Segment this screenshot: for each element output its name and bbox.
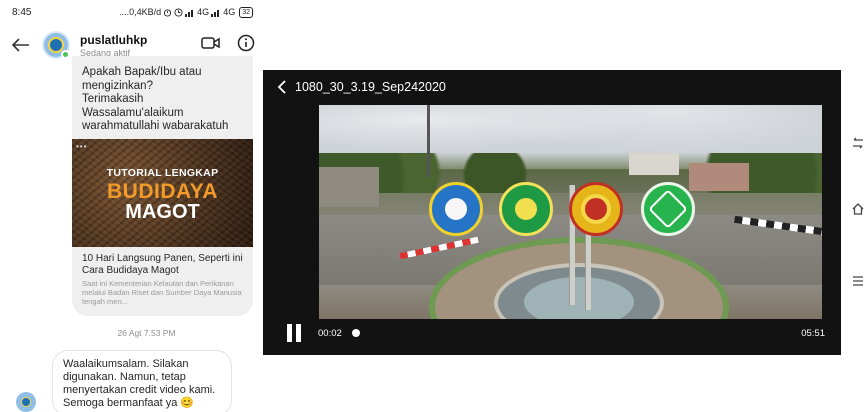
thumbnail-caption-3: MAGOT xyxy=(125,201,200,223)
thumbnail-caption-1: TUTORIAL LENGKAP xyxy=(106,167,219,179)
video-title: 1080_30_3.19_Sep242020 xyxy=(295,80,446,94)
back-button[interactable] xyxy=(0,38,42,52)
video-fountain-water xyxy=(524,277,634,319)
arrow-left-icon xyxy=(12,38,29,52)
header-actions xyxy=(201,34,255,52)
green-emblem-logo xyxy=(499,182,553,236)
battery-level: 32 xyxy=(242,8,250,16)
total-time: 05:51 xyxy=(801,328,825,339)
status-indicators: ....0,4KB/d 4G 4G 32 xyxy=(119,6,253,18)
video-frame[interactable] xyxy=(319,105,822,319)
clock-icon xyxy=(174,7,183,17)
menu-button[interactable] xyxy=(850,274,866,288)
alarm-icon xyxy=(164,8,172,17)
incoming-message-text: Apakah Bapak/Ibu atau mengizinkan? Terim… xyxy=(82,66,229,132)
video-building xyxy=(629,153,679,175)
yellow-emblem-logo xyxy=(569,182,623,236)
link-preview-thumbnail[interactable]: ••• TUTORIAL LENGKAP BUDIDAYA MAGOT xyxy=(72,139,253,247)
video-building xyxy=(319,167,379,207)
organization-logos xyxy=(429,182,789,238)
recents-button[interactable] xyxy=(850,136,866,150)
video-camera-icon[interactable] xyxy=(201,35,221,51)
contact-info[interactable]: puslatluhkp Sedang aktif xyxy=(80,33,147,58)
contact-avatar[interactable] xyxy=(42,31,70,59)
network-label-2: 4G xyxy=(223,7,236,17)
recents-icon xyxy=(853,137,863,149)
chat-screen: 8:45 ....0,4KB/d 4G 4G 32 puslatluhkp Se… xyxy=(0,0,263,412)
chevron-left-icon[interactable] xyxy=(277,80,287,94)
player-title-bar: 1080_30_3.19_Sep242020 xyxy=(277,80,446,94)
android-nav-bar xyxy=(841,70,866,355)
thumbnail-dots: ••• xyxy=(76,142,88,151)
video-player: 1080_30_3.19_Sep242020 00:02 05:51 xyxy=(263,70,841,355)
current-time: 00:02 xyxy=(318,328,342,339)
ministry-education-logo xyxy=(429,182,483,236)
pause-icon xyxy=(287,324,292,342)
status-bar: 8:45 ....0,4KB/d 4G 4G 32 xyxy=(0,0,263,24)
message-timestamp: 26 Agt 7.53 PM xyxy=(117,328,176,338)
link-preview-title[interactable]: 10 Hari Langsung Panen, Seperti ini Cara… xyxy=(82,253,247,277)
home-icon xyxy=(852,203,864,215)
home-button[interactable] xyxy=(850,202,866,216)
link-preview-description: Saat ini Kementerian Kelautan dan Perika… xyxy=(82,279,242,306)
online-indicator xyxy=(61,50,70,59)
sender-avatar xyxy=(16,392,36,412)
signal-icon xyxy=(185,9,194,17)
video-pole xyxy=(427,105,430,177)
seek-bar[interactable] xyxy=(363,332,773,334)
battery-icon: 32 xyxy=(239,6,253,18)
fisheries-logo xyxy=(641,182,695,236)
incoming-message-bubble: Apakah Bapak/Ibu atau mengizinkan? Terim… xyxy=(72,56,253,316)
data-rate: ....0,4KB/d xyxy=(119,7,162,17)
reply-message-text: Waalaikumsalam. Silakan digunakan. Namun… xyxy=(63,358,216,409)
signal-icon-2 xyxy=(211,9,220,17)
player-controls: 00:02 05:51 xyxy=(263,318,841,355)
reply-message-bubble: Waalaikumsalam. Silakan digunakan. Namun… xyxy=(52,350,232,412)
contact-name: puslatluhkp xyxy=(80,32,148,47)
seek-handle[interactable] xyxy=(352,329,360,337)
info-icon[interactable] xyxy=(237,34,255,52)
pause-button[interactable] xyxy=(287,324,301,342)
network-label-1: 4G xyxy=(197,7,210,17)
status-time: 8:45 xyxy=(12,6,32,18)
menu-icon xyxy=(853,276,863,286)
